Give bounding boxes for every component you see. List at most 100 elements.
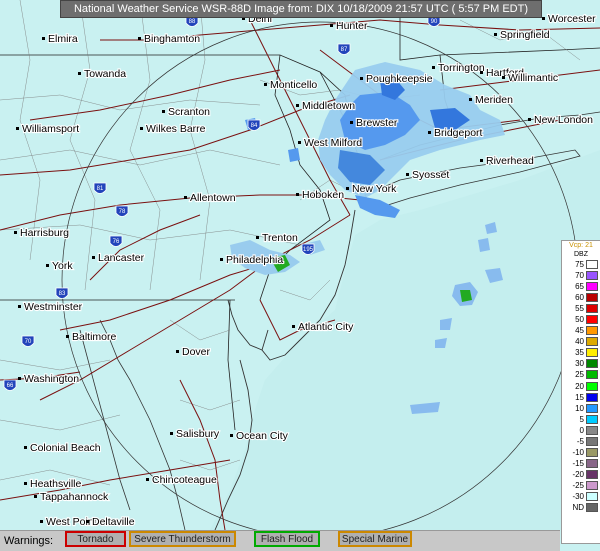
- image-title: National Weather Service WSR-88D Image f…: [60, 0, 542, 18]
- legend-row: 60: [562, 292, 600, 303]
- city-marker: [140, 127, 143, 130]
- legend-color-swatch: [586, 348, 598, 358]
- city-marker: [542, 17, 545, 20]
- interstate-shield: 76: [109, 235, 123, 247]
- legend-color-swatch: [586, 359, 598, 369]
- legend-row: -20: [562, 469, 600, 480]
- city-label: Williamsport: [22, 123, 79, 135]
- svg-text:70: 70: [25, 339, 32, 345]
- legend-level-label: 5: [579, 414, 584, 424]
- legend-row: 35: [562, 347, 600, 358]
- warnings-label: Warnings:: [4, 535, 54, 547]
- legend-header: Vcp: 21 DBZ: [562, 241, 600, 259]
- city-label: Willimantic: [508, 72, 558, 84]
- legend-color-swatch: [586, 370, 598, 380]
- city-label: Scranton: [168, 106, 210, 118]
- legend-color-swatch: [586, 503, 598, 513]
- interstate-shield: 81: [93, 182, 107, 194]
- city-marker: [34, 495, 37, 498]
- city-label: West Point: [46, 516, 97, 528]
- city-marker: [298, 141, 301, 144]
- legend-row: 20: [562, 381, 600, 392]
- svg-text:87: 87: [341, 47, 348, 53]
- city-marker: [406, 173, 409, 176]
- legend-row: -15: [562, 458, 600, 469]
- legend-level-label: ND: [572, 503, 584, 513]
- legend-row: 5: [562, 414, 600, 425]
- svg-text:81: 81: [97, 186, 104, 192]
- city-label: York: [52, 260, 73, 272]
- city-label: Middletown: [302, 100, 355, 112]
- city-label: New York: [352, 183, 397, 195]
- legend-level-label: -10: [572, 447, 584, 457]
- city-marker: [346, 187, 349, 190]
- interstate-shield: 66: [3, 379, 17, 391]
- city-marker: [24, 446, 27, 449]
- legend-row: 55: [562, 303, 600, 314]
- legend-level-label: 10: [575, 403, 584, 413]
- city-label: Lancaster: [98, 252, 145, 264]
- legend-level-label: 40: [575, 337, 584, 347]
- legend-level-label: 55: [575, 304, 584, 314]
- interstate-shield: 83: [55, 287, 69, 299]
- city-marker: [469, 98, 472, 101]
- city-marker: [528, 118, 531, 121]
- legend-level-label: -15: [572, 458, 584, 468]
- city-marker: [480, 71, 483, 74]
- legend-row: 10: [562, 403, 600, 414]
- legend-color-swatch: [586, 293, 598, 303]
- legend-color-swatch: [586, 491, 598, 501]
- city-label: Monticello: [270, 79, 317, 91]
- city-marker: [66, 335, 69, 338]
- city-marker: [24, 482, 27, 485]
- city-label: Dover: [182, 346, 211, 358]
- city-label: Riverhead: [486, 155, 534, 167]
- interstate-shield: 84: [247, 119, 261, 131]
- svg-text:84: 84: [251, 123, 258, 129]
- interstate-shield: 87: [337, 43, 351, 55]
- city-label: Baltimore: [72, 331, 117, 343]
- svg-text:195: 195: [303, 247, 314, 253]
- city-marker: [296, 193, 299, 196]
- city-marker: [296, 104, 299, 107]
- legend-row: 70: [562, 270, 600, 281]
- city-label: Torrington: [438, 62, 485, 74]
- city-label: Hunter: [336, 20, 368, 32]
- legend-color-swatch: [586, 337, 598, 347]
- legend-level-label: 25: [575, 370, 584, 380]
- legend-row: 30: [562, 358, 600, 369]
- legend-level-label: 60: [575, 293, 584, 303]
- svg-text:88: 88: [189, 19, 196, 25]
- city-marker: [46, 264, 49, 267]
- legend-color-swatch: [586, 282, 598, 292]
- legend-row: 40: [562, 336, 600, 347]
- city-marker: [18, 377, 21, 380]
- city-label: Atlantic City: [298, 321, 354, 333]
- city-label: Washington: [24, 373, 79, 385]
- city-label: Bridgeport: [434, 127, 483, 139]
- warnings-bar: Warnings: Tornado Severe Thunderstorm Fl…: [0, 530, 560, 551]
- city-marker: [14, 231, 17, 234]
- svg-text:83: 83: [59, 291, 66, 297]
- city-label: Syosset: [412, 169, 449, 181]
- city-marker: [40, 520, 43, 523]
- city-label: Heathsville: [30, 478, 82, 490]
- city-marker: [176, 350, 179, 353]
- legend-row: 50: [562, 314, 600, 325]
- legend-color-swatch: [586, 315, 598, 325]
- city-marker: [428, 131, 431, 134]
- legend-level-label: -25: [572, 480, 584, 490]
- city-marker: [138, 37, 141, 40]
- legend-row: 15: [562, 392, 600, 403]
- legend-color-swatch: [586, 469, 598, 479]
- legend-level-label: 35: [575, 348, 584, 358]
- city-marker: [78, 72, 81, 75]
- legend-color-swatch: [586, 447, 598, 457]
- city-label: Elmira: [48, 33, 78, 45]
- city-label: Ocean City: [236, 430, 289, 442]
- svg-text:90: 90: [431, 19, 438, 25]
- city-label: Hoboken: [302, 189, 344, 201]
- city-marker: [360, 77, 363, 80]
- city-label: West Milford: [304, 137, 362, 149]
- legend-level-label: -20: [572, 469, 584, 479]
